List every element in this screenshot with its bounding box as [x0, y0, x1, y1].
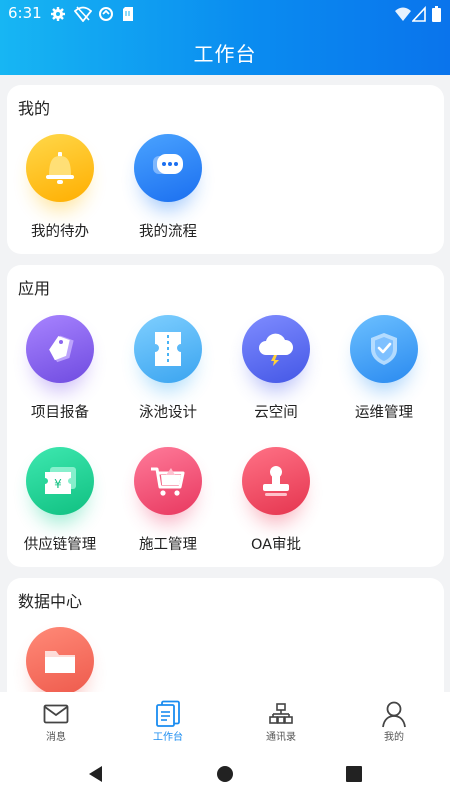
tile-label: OA审批 [250, 537, 302, 553]
status-time: 6:31 [8, 4, 42, 22]
tab-label: 消息 [46, 732, 66, 743]
tab-contacts[interactable]: 通讯录 [225, 692, 337, 748]
tile-ops-management[interactable]: 运维管理 [334, 315, 434, 425]
document-icon [153, 700, 183, 728]
tab-me[interactable]: 我的 [338, 692, 450, 748]
stamp-icon [242, 447, 310, 515]
mine-section-title: 我的 [18, 99, 51, 118]
data-center-section-title: 数据中心 [18, 592, 83, 611]
data-center-card: 数据中心 [7, 578, 444, 708]
tab-label: 工作台 [153, 732, 183, 743]
tile-construction-management[interactable]: 施工管理 [118, 447, 218, 557]
org-chart-icon [266, 700, 296, 728]
tile-project-report[interactable]: 项目报备 [10, 315, 110, 425]
tile-label: 我的待办 [31, 224, 89, 240]
tile-my-process[interactable]: 我的流程 [118, 134, 218, 244]
wifi-icon [394, 6, 412, 22]
mine-card: 我的 我的待办 我的流程 [7, 85, 444, 254]
system-nav-bar [0, 748, 450, 800]
sim-card-icon [122, 6, 134, 22]
wifi-off-icon [74, 6, 92, 22]
tile-cloud-space[interactable]: 云空间 [226, 315, 326, 425]
home-icon[interactable] [213, 762, 237, 786]
tile-pool-design[interactable]: 泳池设计 [118, 315, 218, 425]
back-icon[interactable] [84, 762, 108, 786]
cart-icon [134, 447, 202, 515]
apps-card: 应用 项目报备 泳池设计 云空间 运维管理 ¥ 供应链管理 施工管理 OA审批 [7, 265, 444, 567]
tab-messages[interactable]: 消息 [0, 692, 112, 748]
app-header: 6:31 工作台 [0, 0, 450, 75]
chat-bubble-icon [134, 134, 202, 202]
tag-icon [26, 315, 94, 383]
bell-icon [26, 134, 94, 202]
shield-icon [350, 315, 418, 383]
battery-icon [432, 6, 441, 22]
svg-text:¥: ¥ [54, 477, 62, 491]
page-title: 工作台 [193, 42, 257, 66]
data-saver-icon [98, 6, 114, 22]
tile-label: 施工管理 [139, 537, 197, 553]
mail-icon [41, 700, 71, 728]
tile-label: 运维管理 [355, 405, 413, 421]
tile-label: 我的流程 [139, 224, 197, 240]
folder-icon [26, 627, 94, 695]
settings-icon [50, 6, 66, 22]
tab-label: 通讯录 [266, 732, 296, 743]
signal-icon [412, 6, 426, 22]
tab-workbench[interactable]: 工作台 [112, 692, 224, 748]
tile-data-folder[interactable] [10, 627, 110, 703]
ticket-icon [134, 315, 202, 383]
tile-label: 项目报备 [31, 405, 89, 421]
recents-icon[interactable] [342, 762, 366, 786]
tile-oa-approval[interactable]: OA审批 [226, 447, 326, 557]
cloud-icon [242, 315, 310, 383]
apps-section-title: 应用 [18, 279, 51, 298]
tile-label: 供应链管理 [23, 537, 97, 553]
tile-my-todo[interactable]: 我的待办 [10, 134, 110, 244]
yen-ticket-icon: ¥ [26, 447, 94, 515]
status-bar: 6:31 [0, 0, 450, 28]
tile-label: 云空间 [254, 405, 298, 421]
bottom-tab-bar: 消息 工作台 通讯录 我的 [0, 692, 450, 748]
person-icon [379, 700, 409, 728]
tile-label: 泳池设计 [139, 405, 197, 421]
tab-label: 我的 [384, 732, 404, 743]
tile-supply-chain[interactable]: ¥ 供应链管理 [10, 447, 110, 557]
